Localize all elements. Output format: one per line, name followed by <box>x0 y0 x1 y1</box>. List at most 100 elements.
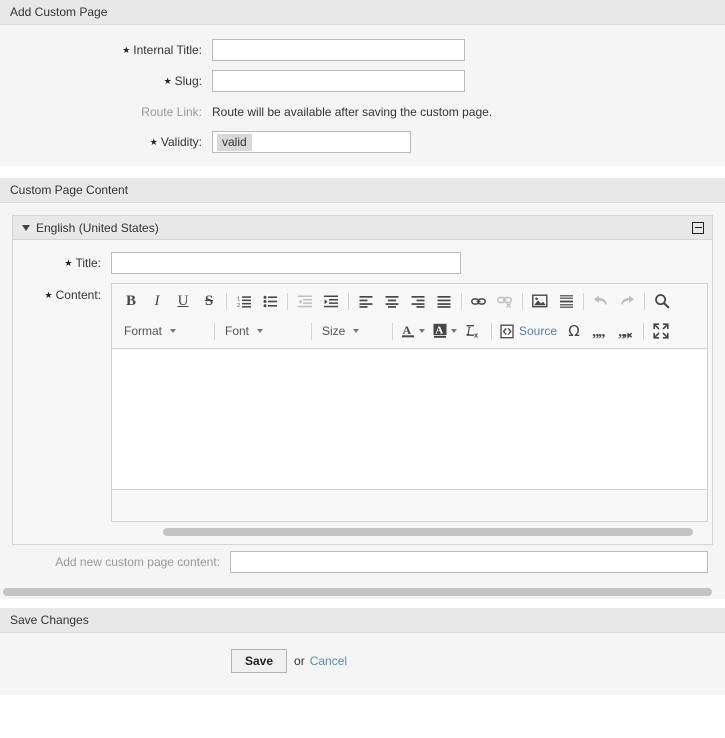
content-label: ★ Content: <box>13 283 111 307</box>
custom-page-content-widget: Custom Page Content English (United Stat… <box>0 178 725 599</box>
save-changes-widget: Save Changes Save or Cancel <box>0 608 725 695</box>
toolbar-separator <box>461 292 462 310</box>
add-custom-page-widget: Add Custom Page ★ Internal Title: ★ Slug: … <box>0 0 725 166</box>
chevron-down-icon <box>419 329 425 333</box>
justify-icon[interactable] <box>432 290 456 312</box>
svg-text:x: x <box>474 330 479 339</box>
svg-text:1: 1 <box>237 296 240 302</box>
font-dropdown-label: Font <box>225 324 250 338</box>
search-icon[interactable] <box>650 290 674 312</box>
svg-text:A: A <box>403 323 412 337</box>
scrollbar-track[interactable] <box>0 585 725 599</box>
validity-label: ★ Validity: <box>0 131 212 154</box>
italic-icon[interactable]: I <box>145 290 169 312</box>
add-new-content-row: Add new custom page content: <box>0 545 725 577</box>
section-gap <box>0 166 725 178</box>
toolbar-separator <box>643 322 645 340</box>
content-title-input[interactable] <box>111 252 461 274</box>
validity-row: ★ Validity: valid <box>0 131 725 154</box>
bottom-fill <box>0 695 725 709</box>
editor-horizontal-scrollbar[interactable] <box>13 522 712 544</box>
content-title-label-text: Title: <box>75 256 101 270</box>
maximize-icon[interactable] <box>649 320 673 342</box>
page-horizontal-scrollbar[interactable] <box>0 585 725 599</box>
align-left-icon[interactable] <box>354 290 378 312</box>
font-dropdown[interactable]: Font <box>219 320 305 342</box>
blockquote-remove-icon[interactable]: „ „ <box>614 320 638 342</box>
undo-icon[interactable] <box>589 290 613 312</box>
required-star-icon: ★ <box>44 290 53 300</box>
source-button-label: Source <box>519 324 558 338</box>
toolbar-separator <box>214 322 215 340</box>
validity-label-text: Validity: <box>160 135 202 149</box>
unlink-icon[interactable] <box>493 290 517 312</box>
svg-text:„: „ <box>598 324 606 339</box>
triangle-down-icon[interactable] <box>22 224 30 231</box>
numbered-list-icon[interactable]: 12 <box>232 290 256 312</box>
required-star-icon: ★ <box>122 45 131 55</box>
required-star-icon: ★ <box>163 76 172 86</box>
format-dropdown[interactable]: Format <box>118 320 208 342</box>
internal-title-input[interactable] <box>212 39 465 61</box>
bulleted-list-icon[interactable] <box>258 290 282 312</box>
bold-icon[interactable]: B <box>119 290 143 312</box>
language-panel-header[interactable]: English (United States) <box>13 216 712 240</box>
slug-row: ★ Slug: <box>0 70 725 93</box>
cancel-link[interactable]: Cancel <box>310 654 347 668</box>
custom-page-content-body: English (United States) ★ Title: ★ Content… <box>0 203 725 599</box>
align-center-icon[interactable] <box>380 290 404 312</box>
toolbar-separator <box>491 322 492 340</box>
slug-label: ★ Slug: <box>0 70 212 93</box>
format-dropdown-label: Format <box>124 324 163 338</box>
slug-label-text: Slug: <box>174 74 202 88</box>
save-changes-header: Save Changes <box>0 608 725 633</box>
required-star-icon: ★ <box>149 137 158 147</box>
text-color-icon[interactable]: A <box>397 320 429 342</box>
image-icon[interactable] <box>528 290 552 312</box>
remove-format-icon[interactable]: Ix <box>462 320 486 342</box>
add-new-content-input[interactable] <box>230 551 708 573</box>
chevron-down-icon <box>257 329 264 333</box>
internal-title-row: ★ Internal Title: <box>0 39 725 62</box>
validity-select[interactable]: valid <box>212 131 411 153</box>
redo-icon[interactable] <box>615 290 639 312</box>
content-label-text: Content: <box>55 288 101 302</box>
required-star-icon: ★ <box>64 258 73 268</box>
editor-toolbar: B I U S 12 Format Font Size A A I x Sour… <box>112 284 707 349</box>
content-title-label: ★ Title: <box>13 252 111 275</box>
scrollbar-thumb[interactable] <box>163 528 693 536</box>
save-button[interactable]: Save <box>231 649 288 673</box>
route-link-label: Route Link: <box>141 105 202 119</box>
align-right-icon[interactable] <box>406 290 430 312</box>
horizontal-rule-icon[interactable] <box>554 290 578 312</box>
link-icon[interactable] <box>467 290 491 312</box>
background-color-icon[interactable]: A <box>429 320 461 342</box>
source-button[interactable]: Source <box>496 320 561 342</box>
collapse-icon[interactable] <box>692 221 704 234</box>
editor-toolbar-row-1: B I U S 12 <box>118 286 703 316</box>
increase-indent-icon[interactable] <box>319 290 343 312</box>
language-panel-body: ★ Title: ★ Content: B I U S 1 2 Format F… <box>13 240 712 544</box>
slug-input[interactable] <box>212 70 465 92</box>
scrollbar-track[interactable] <box>163 525 700 539</box>
chevron-down-icon <box>170 329 177 333</box>
scrollbar-thumb[interactable] <box>3 588 712 596</box>
validity-selected-value: valid <box>217 133 252 151</box>
section-gap <box>0 599 725 608</box>
strikethrough-icon[interactable]: S <box>197 290 221 312</box>
or-label: or <box>294 654 305 668</box>
language-panel-title: English (United States) <box>36 220 159 235</box>
size-dropdown[interactable]: Size <box>316 320 386 342</box>
blockquote-open-icon[interactable]: „ „ <box>588 320 612 342</box>
toolbar-separator <box>226 292 227 310</box>
special-character-icon[interactable]: Ω <box>562 320 586 342</box>
decrease-indent-icon[interactable] <box>293 290 317 312</box>
editor-toolbar-row-2: Format Font Size A A I x Source Ω „ „ „ … <box>118 316 703 346</box>
svg-text:„: „ <box>623 324 631 339</box>
toolbar-separator <box>311 322 312 340</box>
editor-content-area[interactable] <box>112 349 707 490</box>
language-panel: English (United States) ★ Title: ★ Content… <box>12 215 713 545</box>
toolbar-separator <box>392 322 393 340</box>
underline-icon[interactable]: U <box>171 290 195 312</box>
add-custom-page-header: Add Custom Page <box>0 0 725 25</box>
